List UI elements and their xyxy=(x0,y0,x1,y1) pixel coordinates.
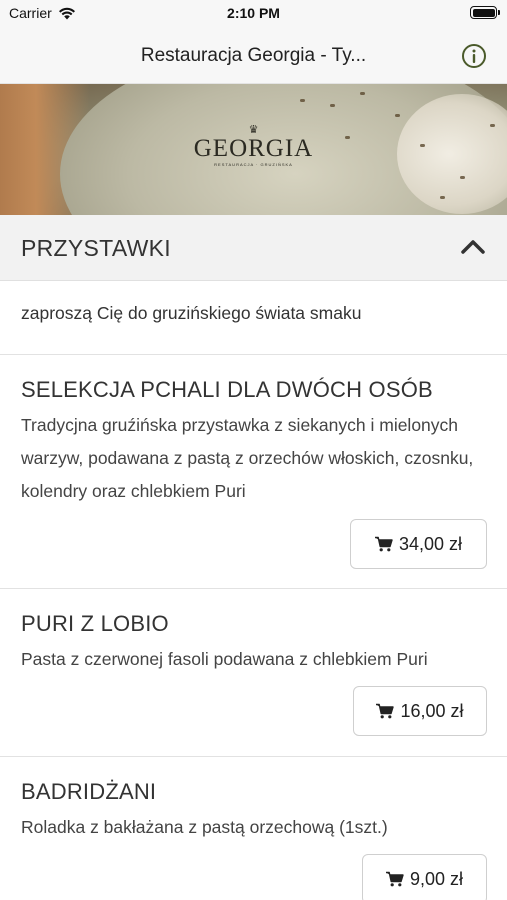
section-header-przystawki[interactable]: PRZYSTAWKI xyxy=(0,215,507,281)
add-to-cart-button[interactable]: 9,00 zł xyxy=(362,854,487,900)
menu-item-description: Pasta z czerwonej fasoli podawana z chle… xyxy=(21,649,428,669)
nav-title: Restauracja Georgia - Ty... xyxy=(140,45,367,66)
navigation-bar: Restauracja Georgia - Ty... xyxy=(0,28,507,84)
menu-item: BADRIDŻANI Roladka z bakłażana z pastą o… xyxy=(0,757,507,900)
restaurant-logo: ♛ GEORGIA RESTAURACJA · GRUZIŃSKA xyxy=(0,124,507,167)
menu-item-name: SELEKCJA PCHALI DLA DWÓCH OSÓB xyxy=(21,377,433,402)
menu-item-name: PURI Z LOBIO xyxy=(21,611,169,636)
menu-item: PURI Z LOBIO Pasta z czerwonej fasoli po… xyxy=(0,589,507,757)
logo-subtitle: RESTAURACJA · GRUZIŃSKA xyxy=(214,162,293,167)
logo-name: GEORGIA xyxy=(193,135,314,162)
status-bar: Carrier 2:10 PM xyxy=(0,0,507,28)
price-label: 9,00 zł xyxy=(409,868,464,889)
section-description: zaproszą Cię do gruzińskiego świata smak… xyxy=(0,281,507,355)
battery-icon xyxy=(470,6,500,19)
menu-item: SELEKCJA PCHALI DLA DWÓCH OSÓB Tradycjna… xyxy=(0,355,507,589)
menu-item-name: BADRIDŻANI xyxy=(21,779,157,804)
menu-item-description: Roladka z bakłażana z pastą orzechową (1… xyxy=(21,817,388,837)
cart-icon xyxy=(376,703,395,719)
chevron-up-icon[interactable] xyxy=(460,237,486,257)
info-circle-icon[interactable] xyxy=(461,43,487,69)
price-label: 34,00 zł xyxy=(398,533,463,554)
add-to-cart-button[interactable]: 34,00 zł xyxy=(350,519,487,569)
price-label: 16,00 zł xyxy=(400,700,464,721)
add-to-cart-button[interactable]: 16,00 zł xyxy=(353,686,487,736)
cart-icon xyxy=(374,536,393,552)
status-time: 2:10 PM xyxy=(227,5,280,21)
cart-icon xyxy=(385,871,404,887)
section-title: PRZYSTAWKI xyxy=(21,235,171,261)
restaurant-banner-image: ♛ GEORGIA RESTAURACJA · GRUZIŃSKA xyxy=(0,84,507,215)
menu-item-description: Tradycjna gruźińska przystawka z siekany… xyxy=(21,415,474,501)
